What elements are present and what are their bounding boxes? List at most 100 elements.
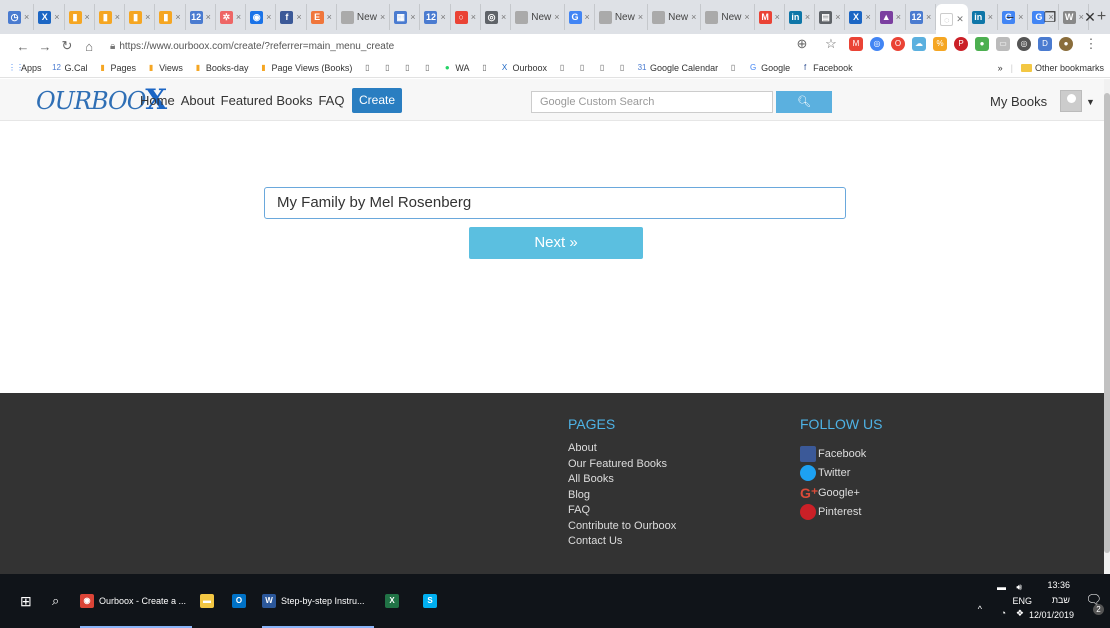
taskbar-app[interactable]: W Step-by-step Instru... <box>262 574 374 628</box>
footer-link-featured-books[interactable]: Our Featured Books <box>568 457 676 473</box>
bookmark-item[interactable]: 12 G.Cal <box>52 63 87 73</box>
pinterest-extension-icon[interactable]: P <box>954 37 968 51</box>
tab-close-icon[interactable]: × <box>115 12 120 22</box>
wifi-icon[interactable]: ◔ <box>1001 608 1006 618</box>
tab-close-icon[interactable]: ✕ <box>956 14 964 25</box>
home-icon[interactable]: ⌂ <box>78 39 100 54</box>
book-title-input[interactable]: My Family by Mel Rosenberg <box>264 187 846 219</box>
browser-tab[interactable]: 12 × <box>906 4 937 30</box>
search-input[interactable]: Google Custom Search <box>531 91 773 113</box>
social-pinterest[interactable]: Pinterest <box>800 503 866 523</box>
browser-tab[interactable]: 12 × <box>420 4 451 30</box>
bookmark-item[interactable]: ● WA <box>442 63 470 73</box>
bookmark-item[interactable]: ▯ <box>617 63 627 73</box>
browser-tab[interactable]: ✲ × <box>216 4 247 30</box>
tab-close-icon[interactable]: × <box>554 12 559 22</box>
taskbar-app[interactable]: S <box>423 574 437 628</box>
clock-time[interactable]: 13:36 <box>1047 580 1070 590</box>
browser-tab[interactable]: New × <box>511 4 565 30</box>
tab-close-icon[interactable]: × <box>296 12 301 22</box>
social-facebook[interactable]: Facebook <box>800 444 866 464</box>
taskbar-app[interactable]: O <box>232 574 246 628</box>
next-button[interactable]: Next » <box>469 227 643 259</box>
tab-close-icon[interactable]: × <box>327 12 332 22</box>
browser-tab[interactable]: ○ × <box>451 4 481 30</box>
tab-close-icon[interactable]: × <box>440 12 445 22</box>
browser-tab[interactable]: New × <box>595 4 649 30</box>
other-bookmarks-folder[interactable]: Other bookmarks <box>1020 63 1104 73</box>
tab-close-icon[interactable]: × <box>926 12 931 22</box>
footer-link-blog[interactable]: Blog <box>568 488 676 504</box>
taskbar-app[interactable]: ◉ Ourboox - Create a ... <box>80 574 192 628</box>
bookmark-star-icon[interactable]: ☆ <box>820 36 842 52</box>
browser-tab[interactable]: ▤ × <box>815 4 846 30</box>
browser-tab[interactable]: 12 × <box>186 4 216 30</box>
browser-tab[interactable]: ◉ × <box>246 4 277 30</box>
maximize-button[interactable]: ❐ <box>1030 0 1070 34</box>
bookmark-item[interactable]: ▮ Books-day <box>193 63 249 73</box>
chrome-extension-icon[interactable]: ◎ <box>870 37 884 51</box>
tab-close-icon[interactable]: × <box>471 12 476 22</box>
cast-extension-icon[interactable]: ▭ <box>996 37 1010 51</box>
browser-tab[interactable]: X × <box>845 4 876 30</box>
profile-avatar-icon[interactable]: ● <box>1059 37 1073 51</box>
tab-close-icon[interactable]: × <box>24 12 29 22</box>
active-browser-tab[interactable]: ◌ ✕ <box>936 4 968 34</box>
bookmark-item[interactable]: ▯ <box>577 63 587 73</box>
bookmark-item[interactable]: 31 Google Calendar <box>637 63 719 73</box>
bookmark-item[interactable]: ▮ Pages <box>98 63 136 73</box>
nav-about[interactable]: About <box>181 93 215 108</box>
tab-close-icon[interactable]: × <box>835 12 840 22</box>
tab-close-icon[interactable]: × <box>896 12 901 22</box>
back-icon[interactable]: ← <box>12 39 34 54</box>
tab-close-icon[interactable]: × <box>410 12 415 22</box>
tab-close-icon[interactable]: × <box>266 12 271 22</box>
browser-tab[interactable]: ▲ × <box>876 4 906 30</box>
battery-icon[interactable]: ▬ <box>997 582 1006 592</box>
taskbar-app[interactable]: X <box>385 574 399 628</box>
url-field[interactable]: 🔒︎ https://www.ourboox.com/create/?referr… <box>110 41 394 52</box>
browser-tab[interactable]: ◷ × <box>4 4 35 30</box>
browser-tab[interactable]: in × <box>785 4 816 30</box>
page-scrollbar[interactable] <box>1104 79 1110 574</box>
browser-menu-icon[interactable]: ⋮ <box>1080 36 1102 52</box>
tab-close-icon[interactable]: × <box>865 12 870 22</box>
volume-icon[interactable]: 🔊︎ <box>1016 582 1022 593</box>
bookmark-item[interactable]: ▯ <box>728 63 738 73</box>
tab-close-icon[interactable]: × <box>805 12 810 22</box>
browser-tab[interactable]: ▮ × <box>125 4 156 30</box>
create-button[interactable]: Create <box>352 88 402 113</box>
taskbar-app[interactable]: ▬ <box>200 574 214 628</box>
social-twitter[interactable]: Twitter <box>800 464 866 484</box>
tab-close-icon[interactable]: × <box>145 12 150 22</box>
browser-tab[interactable]: New × <box>648 4 702 30</box>
browser-tab[interactable]: ◎ × <box>481 4 512 30</box>
nav-faq[interactable]: FAQ <box>318 93 344 108</box>
settings-extension-icon[interactable]: ◎ <box>1017 37 1031 51</box>
browser-tab[interactable]: New × <box>701 4 755 30</box>
tab-close-icon[interactable]: × <box>744 12 749 22</box>
bookmark-item[interactable]: G Google <box>748 63 790 73</box>
bookmark-item[interactable]: ▯ <box>597 63 607 73</box>
bulb-extension-icon[interactable]: ● <box>975 37 989 51</box>
minimize-button[interactable]: − <box>990 0 1030 34</box>
bookmark-item[interactable]: ▯ <box>362 63 372 73</box>
bookmark-item[interactable]: ▯ <box>402 63 412 73</box>
tab-close-icon[interactable]: × <box>638 12 643 22</box>
tab-close-icon[interactable]: × <box>691 12 696 22</box>
footer-link-contact[interactable]: Contact Us <box>568 534 676 550</box>
tab-close-icon[interactable]: × <box>236 12 241 22</box>
tab-close-icon[interactable]: × <box>380 12 385 22</box>
tab-close-icon[interactable]: × <box>85 12 90 22</box>
footer-link-about[interactable]: About <box>568 441 676 457</box>
browser-tab[interactable]: ▮ × <box>65 4 95 30</box>
dropbox-icon[interactable]: ❖ <box>1016 608 1024 619</box>
footer-link-contribute[interactable]: Contribute to Ourboox <box>568 519 676 535</box>
tab-close-icon[interactable]: × <box>775 12 780 22</box>
social-google-plus[interactable]: G⁺ Google+ <box>800 483 866 503</box>
nav-home[interactable]: Home <box>140 93 175 108</box>
bookmark-item[interactable]: f Facebook <box>800 63 853 73</box>
tab-close-icon[interactable]: × <box>206 12 211 22</box>
browser-tab[interactable]: f × <box>276 4 307 30</box>
translate-extension-icon[interactable]: D <box>1038 37 1052 51</box>
